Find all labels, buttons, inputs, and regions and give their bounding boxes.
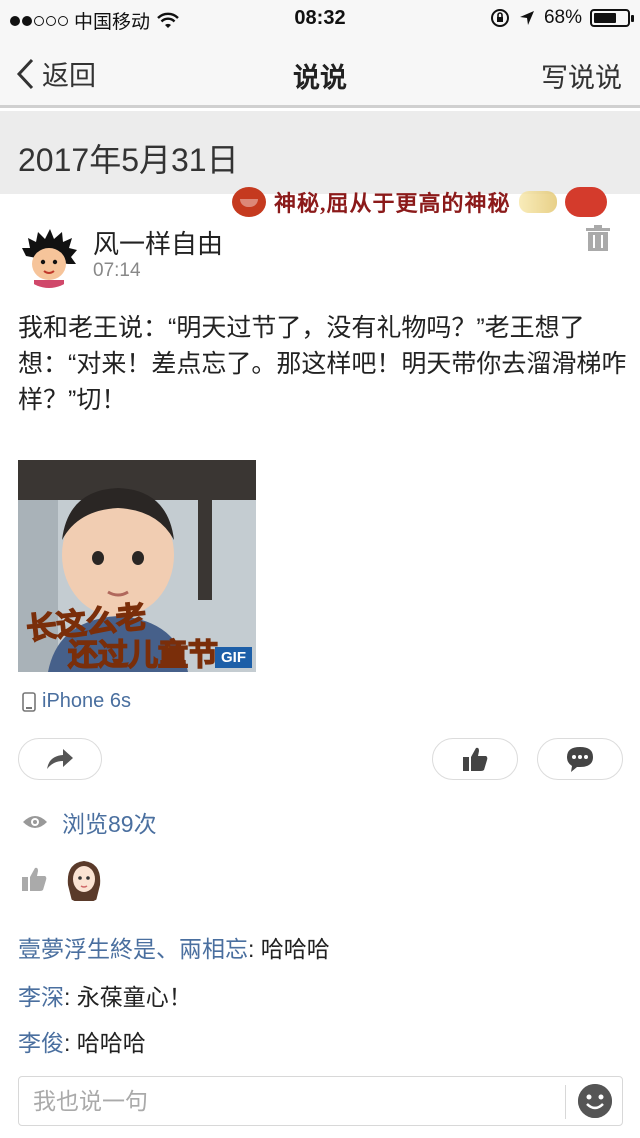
- commenter-name[interactable]: 壹夢浮生終是、兩相忘: [18, 936, 248, 962]
- comment-item: 李俊: 哈哈哈: [18, 1024, 146, 1058]
- post-gif-image[interactable]: 长这么老 还过儿童节 GIF: [18, 460, 256, 672]
- write-post-button[interactable]: 写说说: [541, 56, 622, 95]
- banner-text: 神秘,屈从于更高的神秘: [274, 191, 511, 216]
- author-avatar[interactable]: [18, 226, 80, 288]
- view-count: 浏览89次: [22, 805, 157, 839]
- emoji-face-icon: [232, 187, 266, 217]
- post-text: 我和老王说：“明天过节了，没有礼物吗？”老王想了想：“对来！差点忘了。那这样吧！…: [18, 314, 627, 414]
- sparkle-decoration: [518, 191, 557, 213]
- eye-icon: [23, 816, 47, 828]
- comment-button[interactable]: [537, 738, 623, 780]
- navigation-bar: 返回 说说 写说说: [0, 36, 640, 108]
- battery-icon: [590, 9, 634, 27]
- likes-row: [20, 855, 108, 903]
- view-count-text: 浏览89次: [62, 811, 157, 837]
- phone-icon: [22, 691, 36, 712]
- comment-text: : 哈哈哈: [64, 1030, 146, 1056]
- decorative-banner: 神秘,屈从于更高的神秘: [232, 184, 632, 220]
- comment-text: : 永葆童心！: [64, 984, 192, 1010]
- status-right: 68%: [490, 7, 634, 29]
- gif-badge: GIF: [215, 647, 252, 668]
- emoji-decoration-icon: [564, 187, 607, 217]
- cartoon-avatar-icon: [18, 226, 80, 288]
- post-date: 2017年5月31日: [18, 142, 239, 178]
- liker-avatar[interactable]: [60, 855, 108, 903]
- comment-box: [18, 1076, 623, 1126]
- delete-button[interactable]: [585, 224, 611, 252]
- thumbs-up-icon: [22, 867, 47, 891]
- author-name[interactable]: 风一样自由: [93, 224, 223, 261]
- device-name: iPhone 6s: [42, 690, 131, 712]
- rotation-lock-icon: [490, 9, 509, 27]
- girl-avatar-icon: [60, 855, 108, 903]
- comment-item: 李深: 永葆童心！: [18, 978, 192, 1012]
- comment-box-divider: [565, 1085, 566, 1119]
- commenter-name[interactable]: 李深: [18, 984, 64, 1010]
- commenter-name[interactable]: 李俊: [18, 1030, 64, 1056]
- share-button[interactable]: [18, 738, 102, 780]
- battery-percent: 68%: [543, 7, 582, 28]
- trash-icon: [586, 225, 610, 251]
- comment-input[interactable]: [33, 1085, 553, 1117]
- image-caption-line2: 还过儿童节: [67, 637, 219, 672]
- emoji-button[interactable]: [578, 1084, 612, 1118]
- date-header: 2017年5月31日: [0, 111, 640, 194]
- smiley-icon: [578, 1084, 612, 1118]
- device-info: iPhone 6s: [22, 690, 131, 713]
- thumbs-up-icon: [463, 747, 488, 771]
- comment-bubble-icon: [567, 747, 593, 772]
- post-time: 07:14: [93, 260, 141, 281]
- comment-item: 壹夢浮生終是、兩相忘: 哈哈哈: [18, 930, 330, 964]
- comment-text: : 哈哈哈: [248, 936, 330, 962]
- share-arrow-icon: [47, 749, 73, 769]
- location-arrow-icon: [519, 11, 534, 25]
- status-bar: 中国移动 08:32 68%: [0, 0, 640, 36]
- like-button[interactable]: [432, 738, 518, 780]
